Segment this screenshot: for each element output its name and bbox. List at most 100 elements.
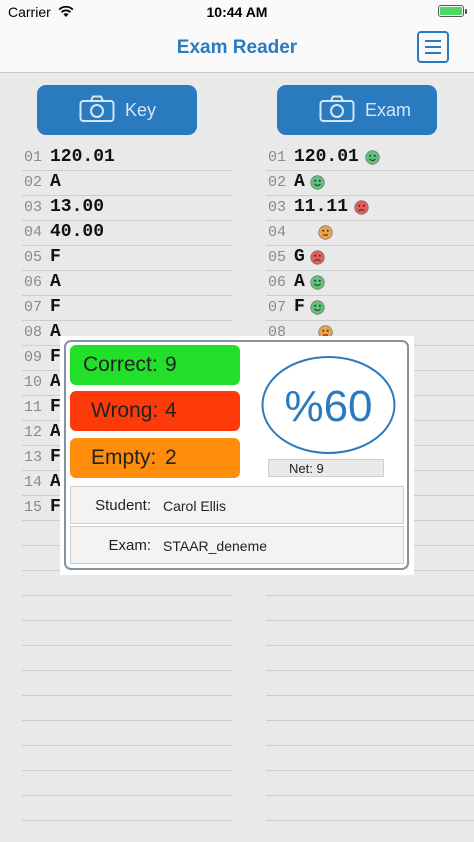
correct-count-box: Correct: 9	[70, 345, 240, 385]
wrong-face-icon	[310, 250, 325, 265]
menu-button[interactable]	[417, 31, 449, 63]
list-item: 06 A	[266, 271, 474, 296]
question-number: 02	[24, 174, 43, 191]
question-number: 12	[24, 424, 43, 441]
list-item	[22, 721, 232, 746]
list-item	[22, 771, 232, 796]
question-number: 09	[24, 349, 43, 366]
list-item	[266, 696, 474, 721]
answer-value: F	[50, 247, 61, 267]
list-item: 05 F	[22, 246, 232, 271]
wrong-count-box: Wrong: 4	[70, 391, 240, 431]
student-row: Student: Carol Ellis	[70, 486, 404, 524]
question-number: 03	[24, 199, 43, 216]
question-number: 06	[24, 274, 43, 291]
exam-label: Exam:	[108, 537, 151, 554]
result-popup: Correct: 9 Wrong: 4 Empty: 2 %60 Net: 9 …	[60, 336, 414, 575]
list-item: 03 13.00	[22, 196, 232, 221]
list-item	[266, 771, 474, 796]
empty-face-icon	[318, 225, 333, 240]
question-number: 02	[268, 174, 287, 191]
question-number: 10	[24, 374, 43, 391]
correct-face-icon	[310, 275, 325, 290]
answer-value: G	[294, 247, 305, 267]
answer-value: 40.00	[50, 222, 105, 242]
answer-value: F	[50, 297, 61, 317]
status-bar: Carrier 10:44 AM	[0, 0, 474, 24]
list-item	[266, 796, 474, 821]
list-item	[266, 596, 474, 621]
list-item: 07 F	[266, 296, 474, 321]
exam-button-label: Exam	[365, 100, 412, 120]
question-number: 01	[24, 149, 43, 166]
list-item: 02 A	[22, 171, 232, 196]
question-number: 14	[24, 474, 43, 491]
question-number: 01	[268, 149, 287, 166]
page-title: Exam Reader	[176, 37, 298, 58]
answer-value: 120.01	[50, 147, 115, 167]
question-number: 13	[24, 449, 43, 466]
list-item	[266, 746, 474, 771]
correct-face-icon	[310, 300, 325, 315]
scan-exam-button[interactable]: Exam	[277, 85, 437, 135]
empty-count-box: Empty: 2	[70, 438, 240, 478]
question-number: 05	[24, 249, 43, 266]
question-number: 15	[24, 499, 43, 516]
list-item	[22, 671, 232, 696]
net-score: Net: 9	[289, 461, 324, 476]
list-item: 05 G	[266, 246, 474, 271]
exam-name: STAAR_deneme	[163, 538, 268, 554]
student-name: Carol Ellis	[163, 498, 227, 514]
score-ellipse: %60	[261, 356, 396, 454]
list-item	[22, 696, 232, 721]
list-item	[266, 646, 474, 671]
list-item: 06 A	[22, 271, 232, 296]
list-item	[22, 746, 232, 771]
correct-face-icon	[310, 175, 325, 190]
list-item: 01 120.01	[22, 146, 232, 171]
net-score-bar: Net: 9	[268, 459, 384, 477]
exam-row: Exam: STAAR_deneme	[70, 526, 404, 564]
question-number: 07	[268, 299, 287, 316]
question-number: 05	[268, 249, 287, 266]
list-item	[22, 621, 232, 646]
correct-face-icon	[365, 150, 380, 165]
question-number: 04	[24, 224, 43, 241]
list-item	[22, 796, 232, 821]
list-item	[22, 596, 232, 621]
correct-value: 9	[165, 353, 177, 376]
scan-key-button[interactable]: Key	[37, 85, 197, 135]
wrong-label: Wrong:	[91, 399, 159, 422]
answer-value: A	[294, 172, 305, 192]
score-percent: %60	[284, 382, 372, 431]
clock: 10:44 AM	[206, 4, 268, 20]
empty-label: Empty:	[91, 446, 157, 469]
empty-value: 2	[165, 446, 177, 469]
list-item: 07 F	[22, 296, 232, 321]
wrong-value: 4	[165, 399, 177, 422]
list-item	[22, 646, 232, 671]
answer-value: A	[50, 172, 61, 192]
camera-icon	[79, 95, 115, 122]
list-item: 01 120.01	[266, 146, 474, 171]
question-number: 11	[24, 399, 43, 416]
list-item	[266, 721, 474, 746]
list-item: 04 40.00	[22, 221, 232, 246]
correct-label: Correct:	[83, 353, 158, 376]
answer-value: 11.11	[294, 197, 349, 217]
question-number: 06	[268, 274, 287, 291]
list-item	[266, 671, 474, 696]
answer-value: F	[294, 297, 305, 317]
question-number: 03	[268, 199, 287, 216]
answer-value: 120.01	[294, 147, 359, 167]
camera-icon	[319, 95, 355, 122]
list-item: 03 11.11	[266, 196, 474, 221]
battery-icon	[438, 5, 467, 17]
answer-value: A	[50, 272, 61, 292]
key-button-label: Key	[125, 100, 157, 120]
result-card: Correct: 9 Wrong: 4 Empty: 2 %60 Net: 9 …	[64, 340, 409, 570]
question-number: 07	[24, 299, 43, 316]
answer-value: 13.00	[50, 197, 105, 217]
answer-value: A	[294, 272, 305, 292]
list-item	[266, 621, 474, 646]
